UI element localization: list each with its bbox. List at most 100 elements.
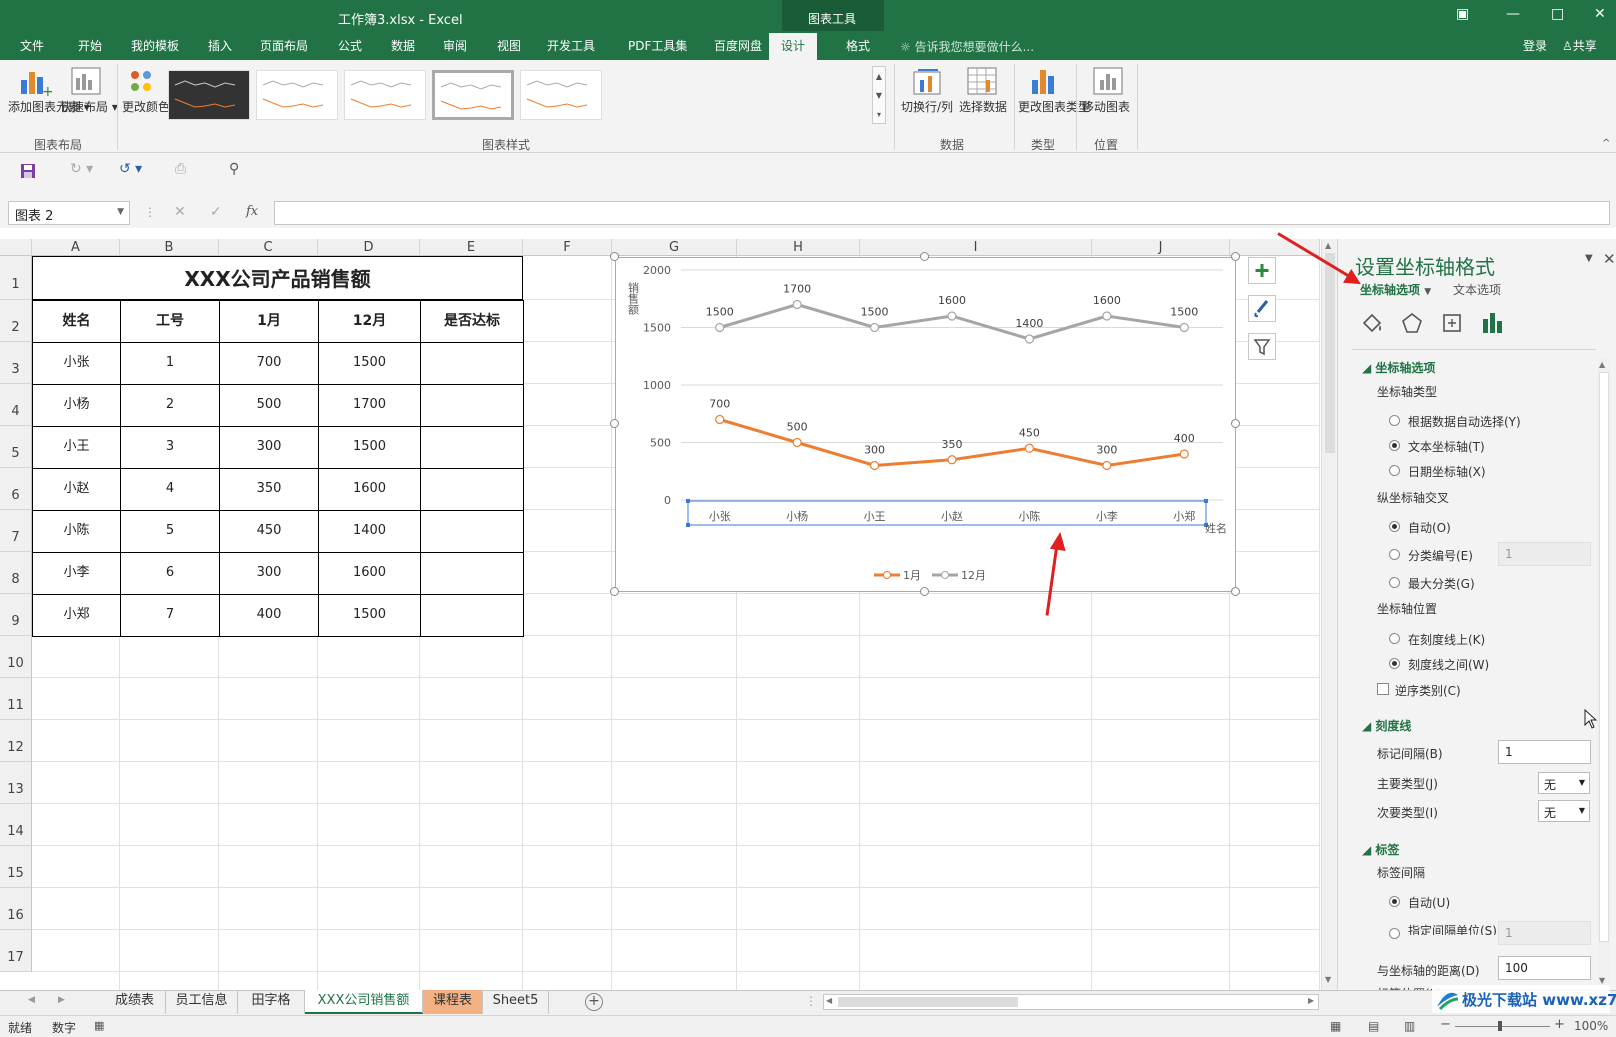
section-labels[interactable]: ◢ 标签	[1362, 841, 1399, 858]
insert-function-icon[interactable]: fx	[246, 204, 258, 219]
row-header[interactable]: 3	[0, 342, 32, 384]
add-chart-element-button[interactable]: 添加图表元素 ▾	[8, 100, 90, 114]
table-cell[interactable]	[420, 384, 524, 427]
chart-style-thumb[interactable]	[432, 70, 514, 120]
position_options-radio[interactable]	[1389, 633, 1400, 644]
table-cell[interactable]: 5	[120, 510, 220, 553]
tab-13[interactable]: 格式	[846, 37, 870, 54]
column-header[interactable]: A	[32, 239, 120, 256]
resize-handle[interactable]	[920, 252, 929, 261]
page-layout-view-icon[interactable]: ▤	[1368, 1019, 1379, 1033]
zoom-level[interactable]: 100%	[1574, 1019, 1608, 1033]
zoom-slider-thumb[interactable]	[1498, 1021, 1502, 1031]
cross-category-input[interactable]: 1	[1498, 542, 1591, 566]
table-cell[interactable]: 1500	[318, 342, 421, 385]
major-type-select[interactable]: 无 ▼	[1538, 772, 1590, 794]
prev-sheet-icon[interactable]: ◀	[28, 995, 35, 1005]
table-cell[interactable]: 1500	[318, 426, 421, 469]
column-header[interactable]: H	[737, 239, 860, 256]
minor-type-select[interactable]: 无 ▼	[1538, 800, 1590, 822]
pane-scroll-thumb[interactable]	[1599, 372, 1609, 942]
column-header[interactable]: F	[523, 239, 612, 256]
vertical-scrollbar[interactable]: ▲ ▼	[1321, 239, 1337, 990]
normal-view-icon[interactable]: ▦	[1330, 1019, 1341, 1033]
table-cell[interactable]: 300	[219, 552, 319, 595]
table-cell[interactable]: 小王	[32, 426, 121, 469]
label-specify-input[interactable]: 1	[1498, 921, 1591, 945]
gallery-scroll[interactable]: ▲ ▼ ▾	[872, 66, 886, 124]
scroll-down-icon[interactable]: ▼	[1599, 976, 1605, 985]
axis_type_options-radio[interactable]	[1389, 440, 1400, 451]
row-header[interactable]: 8	[0, 552, 32, 594]
select-all-corner[interactable]	[0, 239, 32, 256]
table-cell[interactable]: 4	[120, 468, 220, 511]
select-data-button[interactable]: 选择数据	[958, 100, 1008, 114]
scroll-thumb[interactable]	[1325, 253, 1335, 453]
resize-handle[interactable]	[610, 419, 619, 428]
page-break-view-icon[interactable]: ▥	[1404, 1019, 1415, 1033]
tab-9[interactable]: 开发工具	[547, 37, 595, 54]
table-cell[interactable]: 1600	[318, 468, 421, 511]
table-cell[interactable]: 1	[120, 342, 220, 385]
label-specify-radio[interactable]	[1389, 928, 1400, 939]
column-header[interactable]: D	[318, 239, 420, 256]
row-header[interactable]: 1	[0, 256, 32, 300]
column-header[interactable]: C	[219, 239, 318, 256]
sheet-tab[interactable]: 课程表	[423, 990, 483, 1014]
table-cell[interactable]: 小陈	[32, 510, 121, 553]
table-cell[interactable]: 1600	[318, 552, 421, 595]
maximize-button[interactable]: □	[1551, 6, 1564, 22]
table-cell[interactable]: 1400	[318, 510, 421, 553]
row-header[interactable]: 6	[0, 468, 32, 510]
table-cell[interactable]: 350	[219, 468, 319, 511]
table-cell[interactable]: 300	[219, 426, 319, 469]
table-cell[interactable]: 小杨	[32, 384, 121, 427]
table-cell[interactable]: 400	[219, 594, 319, 637]
reverse-categories-checkbox[interactable]	[1377, 683, 1389, 695]
cross_options-radio[interactable]	[1389, 549, 1400, 560]
zoom-out-icon[interactable]: −	[1440, 1017, 1451, 1032]
row-header[interactable]: 13	[0, 762, 32, 804]
tab-6[interactable]: 数据	[391, 37, 415, 54]
tab-5[interactable]: 公式	[338, 37, 362, 54]
row-header[interactable]: 7	[0, 510, 32, 552]
table-cell[interactable]	[420, 468, 524, 511]
next-sheet-icon[interactable]: ▶	[58, 995, 65, 1005]
table-cell[interactable]	[420, 510, 524, 553]
sheet-tab[interactable]: XXX公司销售额	[305, 990, 423, 1014]
column-header[interactable]: J	[1092, 239, 1230, 256]
hscroll-thumb[interactable]	[838, 997, 1018, 1007]
resize-handle[interactable]	[1231, 587, 1240, 596]
chart-elements-button[interactable]	[1248, 257, 1276, 284]
chart-style-thumb[interactable]	[344, 70, 426, 120]
scroll-down-icon[interactable]: ▼	[1325, 975, 1331, 984]
ribbon-display-icon[interactable]: ▣	[1456, 6, 1469, 22]
tab-10[interactable]: PDF工具集	[628, 37, 687, 54]
redo-icon[interactable]: ↻ ▾	[70, 161, 93, 177]
fill-line-icon[interactable]	[1360, 311, 1384, 335]
table-cell[interactable]	[420, 426, 524, 469]
collapse-ribbon-icon[interactable]: ^	[1602, 138, 1610, 149]
tell-me-search[interactable]: ☼ 告诉我您想要做什么...	[900, 38, 1034, 55]
chart-filters-button[interactable]	[1248, 333, 1276, 360]
switch-row-column-button[interactable]: 切换行/列	[898, 100, 956, 114]
name-box[interactable]: 图表 2 ▼	[8, 201, 130, 225]
column-header[interactable]: G	[612, 239, 737, 256]
effects-icon[interactable]	[1400, 311, 1424, 335]
scroll-up-icon[interactable]: ▲	[1325, 241, 1331, 250]
row-header[interactable]: 17	[0, 930, 32, 972]
tab-7[interactable]: 审阅	[443, 37, 467, 54]
table-cell[interactable]: 小李	[32, 552, 121, 595]
sheet-tab[interactable]: 田字格	[238, 990, 305, 1014]
quick-layout-button[interactable]: 快速布局 ▾	[60, 100, 118, 114]
undo-icon[interactable]: ↺ ▾	[119, 161, 142, 177]
table-cell[interactable]	[420, 594, 524, 637]
table-cell[interactable]: 2	[120, 384, 220, 427]
column-header[interactable]	[1230, 239, 1320, 256]
size-properties-icon[interactable]	[1440, 311, 1464, 335]
section-axis-options[interactable]: ◢ 坐标轴选项	[1362, 359, 1435, 376]
table-cell[interactable]: 500	[219, 384, 319, 427]
chart-style-thumb[interactable]	[168, 70, 250, 120]
row-header[interactable]: 4	[0, 384, 32, 426]
table-cell[interactable]: 1700	[318, 384, 421, 427]
